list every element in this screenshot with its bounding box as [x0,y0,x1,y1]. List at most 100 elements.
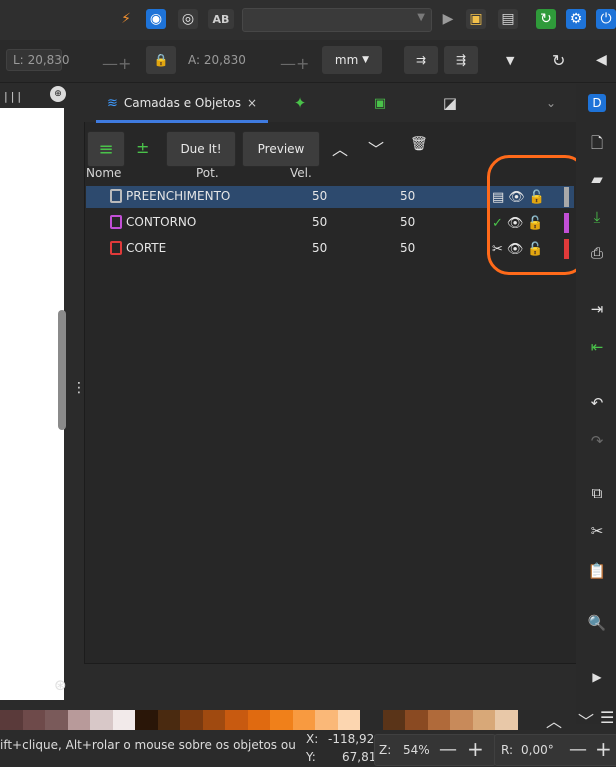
print-icon[interactable]: ⎙ [588,244,606,262]
save-icon[interactable]: ⤓ [588,208,606,226]
scissors-icon[interactable]: ✂ [588,522,606,540]
palette-swatch[interactable] [180,710,203,730]
document-icon[interactable]: ▤ [498,9,518,29]
palette-swatch[interactable] [472,710,495,730]
tab-laser-icon[interactable]: ✦ [280,84,320,122]
gear-icon[interactable]: ⚙ [566,9,586,29]
layer-power[interactable]: 50 [312,189,327,203]
ab-button[interactable]: AB [208,9,234,29]
palette-swatch[interactable] [90,710,113,730]
new-document-icon[interactable]: 🗋 [588,134,606,154]
palette-swatch[interactable] [517,710,540,730]
column-header-name[interactable]: Nome [86,166,121,180]
zoom-fit-icon[interactable]: ⊕ [50,86,66,102]
palette-swatch[interactable] [225,710,248,730]
design-canvas[interactable] [0,108,64,700]
chevron-down-icon[interactable]: ▼ [506,54,514,67]
rotate-minus-icon[interactable]: — [569,739,587,760]
palette-up-icon[interactable]: ︿ [546,708,562,732]
play-icon[interactable]: ▶ [438,9,458,29]
circle-settings-icon[interactable]: ◉ [146,9,166,29]
refresh-icon[interactable]: ↻ [536,9,556,29]
copy-icon[interactable]: ⧉ [588,484,606,502]
height-value: 20,830 [203,53,246,67]
color-circles-icon[interactable]: ⊛ [54,676,67,694]
lock-icon[interactable]: 🔒 [146,46,176,74]
column-header-power[interactable]: Pot. [196,166,219,180]
column-header-speed[interactable]: Vel. [290,166,312,180]
tab-edit-icon[interactable]: ◪ [430,84,470,122]
distribute-icon[interactable]: ⇶ [444,46,478,74]
tab-menu-chevron-icon[interactable]: ⌄ [536,84,566,122]
layer-icon-button[interactable]: ≡ [87,131,125,167]
palette-swatch[interactable] [202,710,225,730]
unit-select[interactable]: mm ▼ [322,46,382,74]
power-icon[interactable]: ⏻ [596,9,616,29]
minus-plus-stepper-icon[interactable]: —+ [102,54,131,73]
palette-swatch[interactable] [247,710,270,730]
palette-swatch[interactable] [427,710,450,730]
palette-swatch[interactable] [270,710,293,730]
chevron-left-icon[interactable]: ◀ [596,52,607,68]
palette-swatch[interactable] [405,710,428,730]
zoom-icon[interactable]: 🔍 [588,614,607,632]
layer-speed[interactable]: 50 [400,215,415,229]
tab-image-icon[interactable]: ▣ [360,84,400,122]
palette-swatch[interactable] [382,710,405,730]
transform-toolbar: L: 20,830 —+ 🔒 A: 20,830 —+ mm ▼ ⇉ ⇶ ▼ ↻… [0,40,616,83]
zoom-in-icon[interactable]: + [467,737,484,761]
palette-swatch[interactable] [0,710,23,730]
layer-power[interactable]: 50 [312,215,327,229]
palette-swatch[interactable] [450,710,473,730]
trash-icon[interactable]: 🗑 [410,136,428,152]
d-logo-icon[interactable]: D [588,94,606,112]
rotation-value[interactable]: 0,00° [521,743,554,757]
device-select[interactable]: ▼ [242,8,432,32]
zoom-out-icon[interactable]: — [439,739,457,760]
preview-button[interactable]: Preview [242,131,320,167]
palette-swatch[interactable] [495,710,518,730]
palette-menu-icon[interactable]: ☰ [600,708,614,727]
move-up-icon[interactable]: ︿ [332,136,348,160]
width-field[interactable]: L: 20,830 [6,49,70,71]
palette-swatch[interactable] [67,710,90,730]
export-icon[interactable]: ⇤ [588,338,606,356]
layer-power[interactable]: 50 [312,241,327,255]
redo-icon[interactable]: ↷ [588,432,606,450]
palette-swatch[interactable] [337,710,360,730]
layer-speed[interactable]: 50 [400,189,415,203]
folder-icon[interactable]: ▣ [466,9,486,29]
palette-swatch[interactable] [45,710,68,730]
palette-swatch[interactable] [360,710,383,730]
vertical-scrollbar[interactable] [58,310,66,430]
palette-down-icon[interactable]: ﹀ [578,708,594,732]
paste-icon[interactable]: 📋 [588,562,607,580]
due-it-button[interactable]: Due It! [166,131,236,167]
close-icon[interactable]: × [247,96,257,110]
tab-layers[interactable]: ≋ Camadas e Objetos × [96,84,268,122]
palette-swatch[interactable] [157,710,180,730]
chevron-right-icon[interactable]: ▶ [588,668,606,686]
palette-swatch[interactable] [292,710,315,730]
add-layer-icon[interactable]: ± [136,138,149,157]
panel-resize-handle[interactable]: ⋮ [72,380,86,402]
usb-icon[interactable]: ⚡ [116,9,136,29]
palette-swatch[interactable] [112,710,135,730]
palette-swatch[interactable] [22,710,45,730]
import-icon[interactable]: ⇥ [588,300,606,318]
palette-swatch[interactable] [135,710,158,730]
align-icon[interactable]: ⇉ [404,46,438,74]
layer-speed[interactable]: 50 [400,241,415,255]
undo-icon[interactable]: ↶ [588,394,606,412]
move-down-icon[interactable]: ﹀ [368,136,384,160]
zoom-value[interactable]: 54% [403,743,430,757]
rotate-icon[interactable]: ↻ [552,51,565,70]
rotation-control: R: 0,00° — + [494,734,616,766]
open-folder-icon[interactable]: ▰ [588,170,606,188]
gauge-icon[interactable]: ◎ [178,9,198,29]
height-field[interactable]: A: 20,830 [182,49,248,71]
orange-annotation-circle [487,155,587,275]
rotate-plus-icon[interactable]: + [595,737,612,761]
palette-swatch[interactable] [315,710,338,730]
minus-plus-stepper-icon[interactable]: —+ [280,54,309,73]
